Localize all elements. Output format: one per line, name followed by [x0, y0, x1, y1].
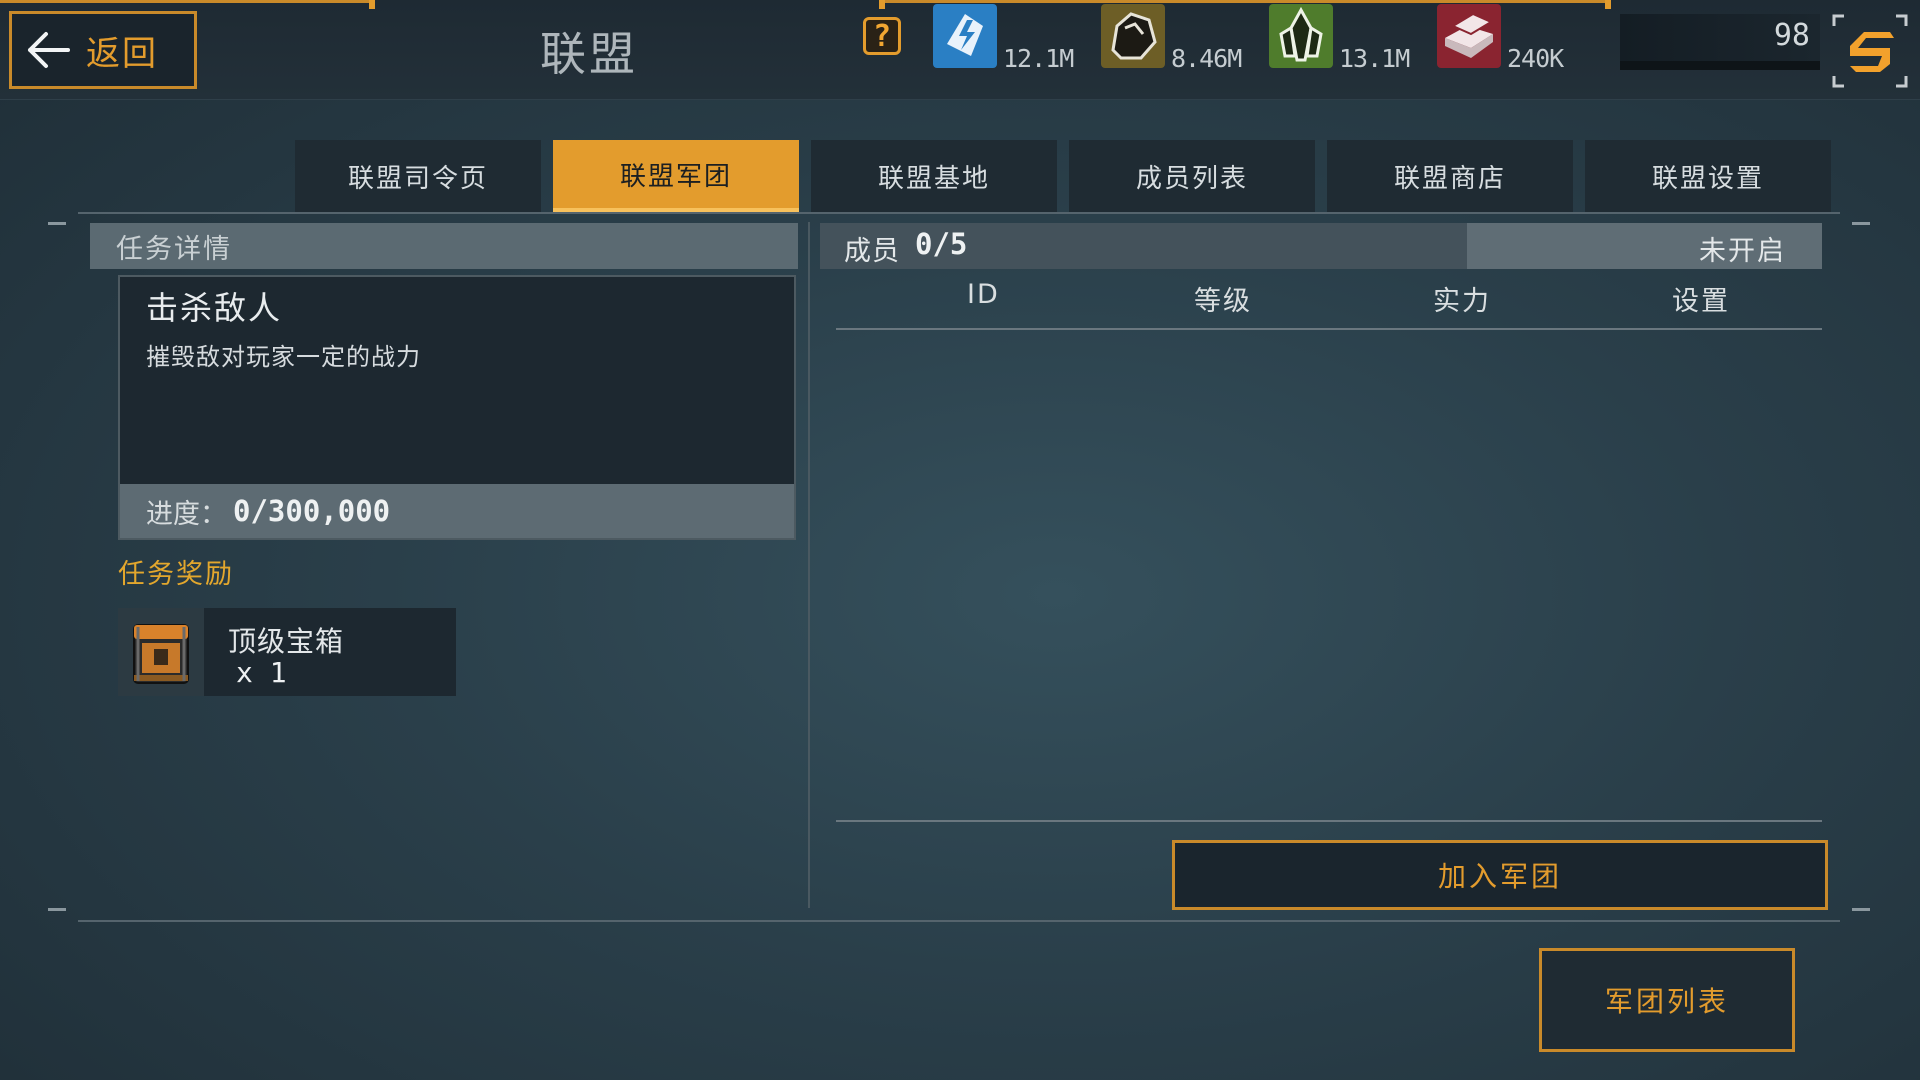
resource-energy-value: 12.1M [1003, 44, 1074, 73]
member-count: 0/5 [915, 227, 968, 261]
corner-tick [1852, 222, 1870, 225]
column-level: 等级 [1194, 286, 1252, 317]
top-accent-line-left [0, 0, 375, 9]
top-accent-line-right [879, 0, 1611, 9]
task-detail-header: 任务详情 [90, 223, 798, 269]
lightning-crystal-icon [933, 4, 997, 68]
resource-alloy-value: 240K [1507, 44, 1564, 73]
tab-alliance-shop[interactable]: 联盟商店 [1327, 140, 1573, 212]
column-id: ID [967, 279, 1000, 310]
tab-alliance-settings[interactable]: 联盟设置 [1585, 140, 1831, 212]
panel-vertical-divider [808, 222, 810, 908]
task-description: 摧毁敌对玩家一定的战力 [146, 343, 421, 371]
level-value: 98 [1773, 18, 1810, 53]
top-bar: 返回 联盟 ? 12.1M 8.46M 13.1M 240K 98 [0, 0, 1920, 100]
metal-ingot-icon [1437, 4, 1501, 68]
corner-tick [48, 908, 66, 911]
member-table-header: ID 等级 实力 设置 [836, 275, 1822, 330]
page-title: 联盟 [540, 27, 638, 81]
back-label: 返回 [86, 33, 158, 74]
level-progress-bar [1620, 61, 1820, 70]
progress-label: 进度： [146, 498, 227, 530]
join-legion-button[interactable]: 加入军团 [1172, 840, 1828, 910]
panel-bottom-divider [78, 920, 1840, 922]
reward-thumbnail [118, 608, 204, 696]
logo-menu-icon[interactable] [1830, 12, 1910, 90]
progress-value: 0/300,000 [233, 494, 391, 528]
task-card: 击杀敌人 摧毁敌对玩家一定的战力 进度： 0/300,000 [118, 275, 796, 540]
member-header: 成员 0/5 未开启 [820, 223, 1822, 269]
column-settings: 设置 [1672, 286, 1730, 317]
reward-quantity: x 1 [236, 656, 287, 689]
reward-item[interactable]: 顶级宝箱 x 1 [118, 608, 456, 696]
tab-bar: 联盟司令页 联盟军团 联盟基地 成员列表 联盟商店 联盟设置 [295, 140, 1843, 212]
legion-status: 未开启 [1699, 236, 1786, 267]
tab-member-list[interactable]: 成员列表 [1069, 140, 1315, 212]
member-list-bottom-line [836, 820, 1822, 822]
tab-alliance-command[interactable]: 联盟司令页 [295, 140, 541, 212]
help-icon[interactable]: ? [863, 17, 901, 55]
resource-ore-value: 8.46M [1171, 44, 1242, 73]
corner-tick [1852, 908, 1870, 911]
task-progress: 进度： 0/300,000 [120, 484, 794, 538]
treasure-chest-icon [133, 624, 189, 684]
tab-alliance-base[interactable]: 联盟基地 [811, 140, 1057, 212]
reward-name: 顶级宝箱 [228, 625, 345, 658]
arrow-left-icon [28, 32, 70, 68]
legion-list-button[interactable]: 军团列表 [1539, 948, 1795, 1052]
panel-top-divider [78, 212, 1840, 214]
column-power: 实力 [1433, 286, 1491, 317]
back-button[interactable]: 返回 [9, 11, 197, 89]
resource-crystal-value: 13.1M [1339, 44, 1410, 73]
member-label: 成员 [844, 236, 900, 267]
corner-tick [48, 222, 66, 225]
task-title: 击杀敌人 [146, 289, 283, 327]
level-indicator[interactable]: 98 [1620, 14, 1820, 70]
ore-rock-icon [1101, 4, 1165, 68]
green-crystal-icon [1269, 4, 1333, 68]
tab-alliance-legion[interactable]: 联盟军团 [553, 140, 799, 212]
reward-title: 任务奖励 [118, 559, 234, 590]
